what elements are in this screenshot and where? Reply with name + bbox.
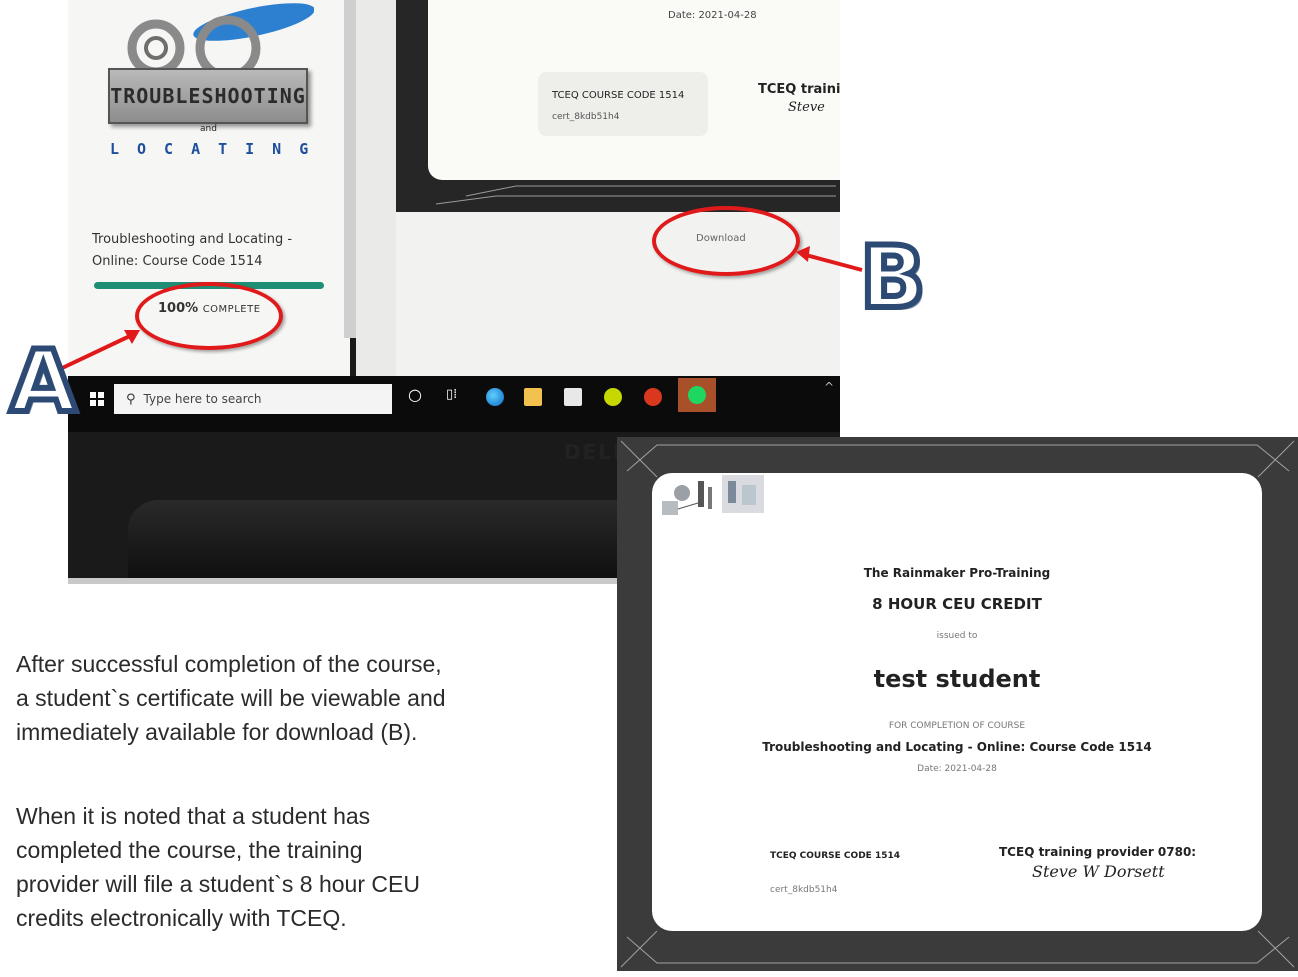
paragraph-line: immediately available for download (B). xyxy=(16,719,418,745)
paragraph-line: When it is noted that a student has xyxy=(16,803,371,829)
certificate-frame: The Rainmaker Pro-Training 8 HOUR CEU CR… xyxy=(617,437,1298,971)
paragraph-completion: After successful completion of the cours… xyxy=(16,647,596,749)
certificate-date: Date: 2021-04-28 xyxy=(917,764,997,774)
paragraph-line: After successful completion of the cours… xyxy=(16,651,442,677)
certificate-course-code: TCEQ COURSE CODE 1514 xyxy=(770,851,900,861)
paragraph-line: provider will file a student`s 8 hour CE… xyxy=(16,871,420,897)
paragraph-line: credits electronically with TCEQ. xyxy=(16,905,347,931)
certificate-organization: The Rainmaker Pro-Training xyxy=(863,566,1051,580)
certificate-issued-to-label: issued to xyxy=(936,631,978,641)
certificate-card: The Rainmaker Pro-Training 8 HOUR CEU CR… xyxy=(652,473,1262,931)
certificate-title: 8 HOUR CEU CREDIT xyxy=(872,595,1042,613)
certificate-provider: TCEQ training provider 0780: xyxy=(999,845,1197,859)
paragraph-filing: When it is noted that a student has comp… xyxy=(16,799,596,935)
paragraph-line: a student`s certificate will be viewable… xyxy=(16,685,446,711)
annotation-letter-a: A xyxy=(7,329,80,435)
certificate-course-name: Troubleshooting and Locating - Online: C… xyxy=(762,740,1152,754)
certificate-logo-image xyxy=(662,475,764,515)
certificate-signature: Steve W Dorsett xyxy=(1032,862,1165,881)
certificate-student-name: test student xyxy=(873,665,1041,693)
certificate-for-completion-label: FOR COMPLETION OF COURSE xyxy=(888,721,1026,731)
paragraph-line: completed the course, the training xyxy=(16,837,363,863)
annotation-letter-b: B xyxy=(857,225,929,331)
certificate-id: cert_8kdb51h4 xyxy=(770,885,838,895)
